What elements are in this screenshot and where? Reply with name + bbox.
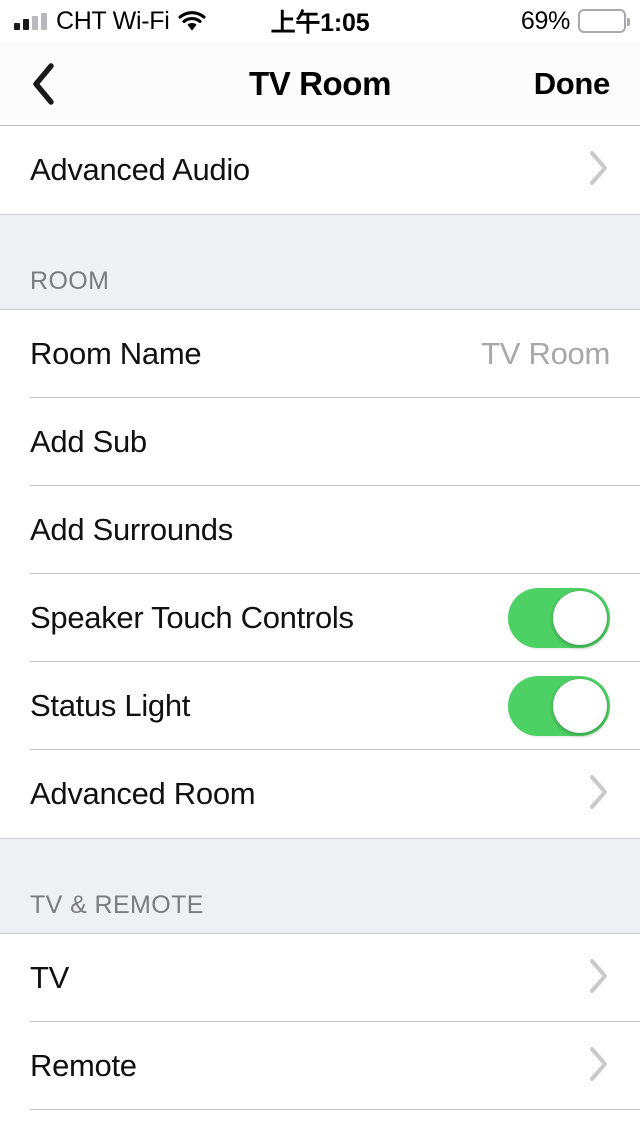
status-bar-left: CHT Wi-Fi [14, 6, 207, 36]
row-label: Add Sub [30, 424, 147, 459]
row-room-name[interactable]: Room Name TV Room [0, 310, 640, 398]
row-label: Speaker Touch Controls [30, 600, 354, 635]
battery-icon [578, 9, 630, 33]
row-add-surrounds[interactable]: Add Surrounds [0, 486, 640, 574]
clock-label: 上午1:05 [270, 9, 370, 37]
section-header-label: TV & REMOTE [30, 891, 204, 919]
toggle-status-light[interactable] [508, 676, 610, 736]
row-accessory [588, 150, 610, 191]
chevron-right-icon [588, 150, 610, 191]
row-add-sub[interactable]: Add Sub [0, 398, 640, 486]
row-label: Status Light [30, 688, 191, 723]
section-header-tv-and-remote: TV & REMOTE [0, 838, 640, 934]
row-label: TV [30, 960, 70, 995]
row-remote[interactable]: Remote [0, 1022, 640, 1110]
row-status-light[interactable]: Status Light [0, 662, 640, 750]
row-accessory [588, 958, 610, 999]
row-label: Remote [30, 1048, 137, 1083]
toggle-speaker-touch-controls[interactable] [508, 588, 610, 648]
chevron-right-icon [588, 958, 610, 999]
chevron-left-icon [30, 62, 56, 106]
row-accessory [508, 676, 610, 736]
row-tv[interactable]: TV [0, 934, 640, 1022]
chevron-right-icon [588, 1046, 610, 1087]
row-label: Advanced Room [30, 776, 256, 811]
carrier-label: CHT Wi-Fi [56, 6, 170, 35]
toggle-knob [553, 679, 607, 733]
status-bar: CHT Wi-Fi 上午1:05 69% [0, 0, 640, 42]
section-header-room: ROOM [0, 214, 640, 310]
row-label: Room Name [30, 336, 202, 371]
chevron-right-icon [588, 774, 610, 815]
row-label: Add Surrounds [30, 512, 233, 547]
row-value: TV Room [481, 336, 610, 371]
row-speaker-touch-controls[interactable]: Speaker Touch Controls [0, 574, 640, 662]
navigation-bar: TV Room Done [0, 42, 640, 126]
row-accessory: TV Room [481, 336, 610, 372]
status-bar-right: 69% [520, 6, 630, 36]
row-accessory [588, 774, 610, 815]
section-header-label: ROOM [30, 267, 110, 295]
done-button[interactable]: Done [534, 66, 611, 102]
settings-list: Advanced Audio ROOM Room Name TV Room Add Su… [0, 126, 640, 1136]
row-accessory [588, 1046, 610, 1087]
battery-percent-label: 69% [520, 6, 570, 35]
cellular-signal-icon [14, 12, 47, 30]
back-button[interactable] [30, 57, 74, 111]
row-more-information[interactable]: More Information [0, 1110, 640, 1136]
row-label: Advanced Audio [30, 152, 250, 187]
row-advanced-audio[interactable]: Advanced Audio [0, 126, 640, 214]
row-accessory [508, 588, 610, 648]
app-screen: CHT Wi-Fi 上午1:05 69% TV Room Done Advanc… [0, 0, 640, 1136]
toggle-knob [553, 591, 607, 645]
wifi-icon [178, 10, 207, 32]
row-advanced-room[interactable]: Advanced Room [0, 750, 640, 838]
